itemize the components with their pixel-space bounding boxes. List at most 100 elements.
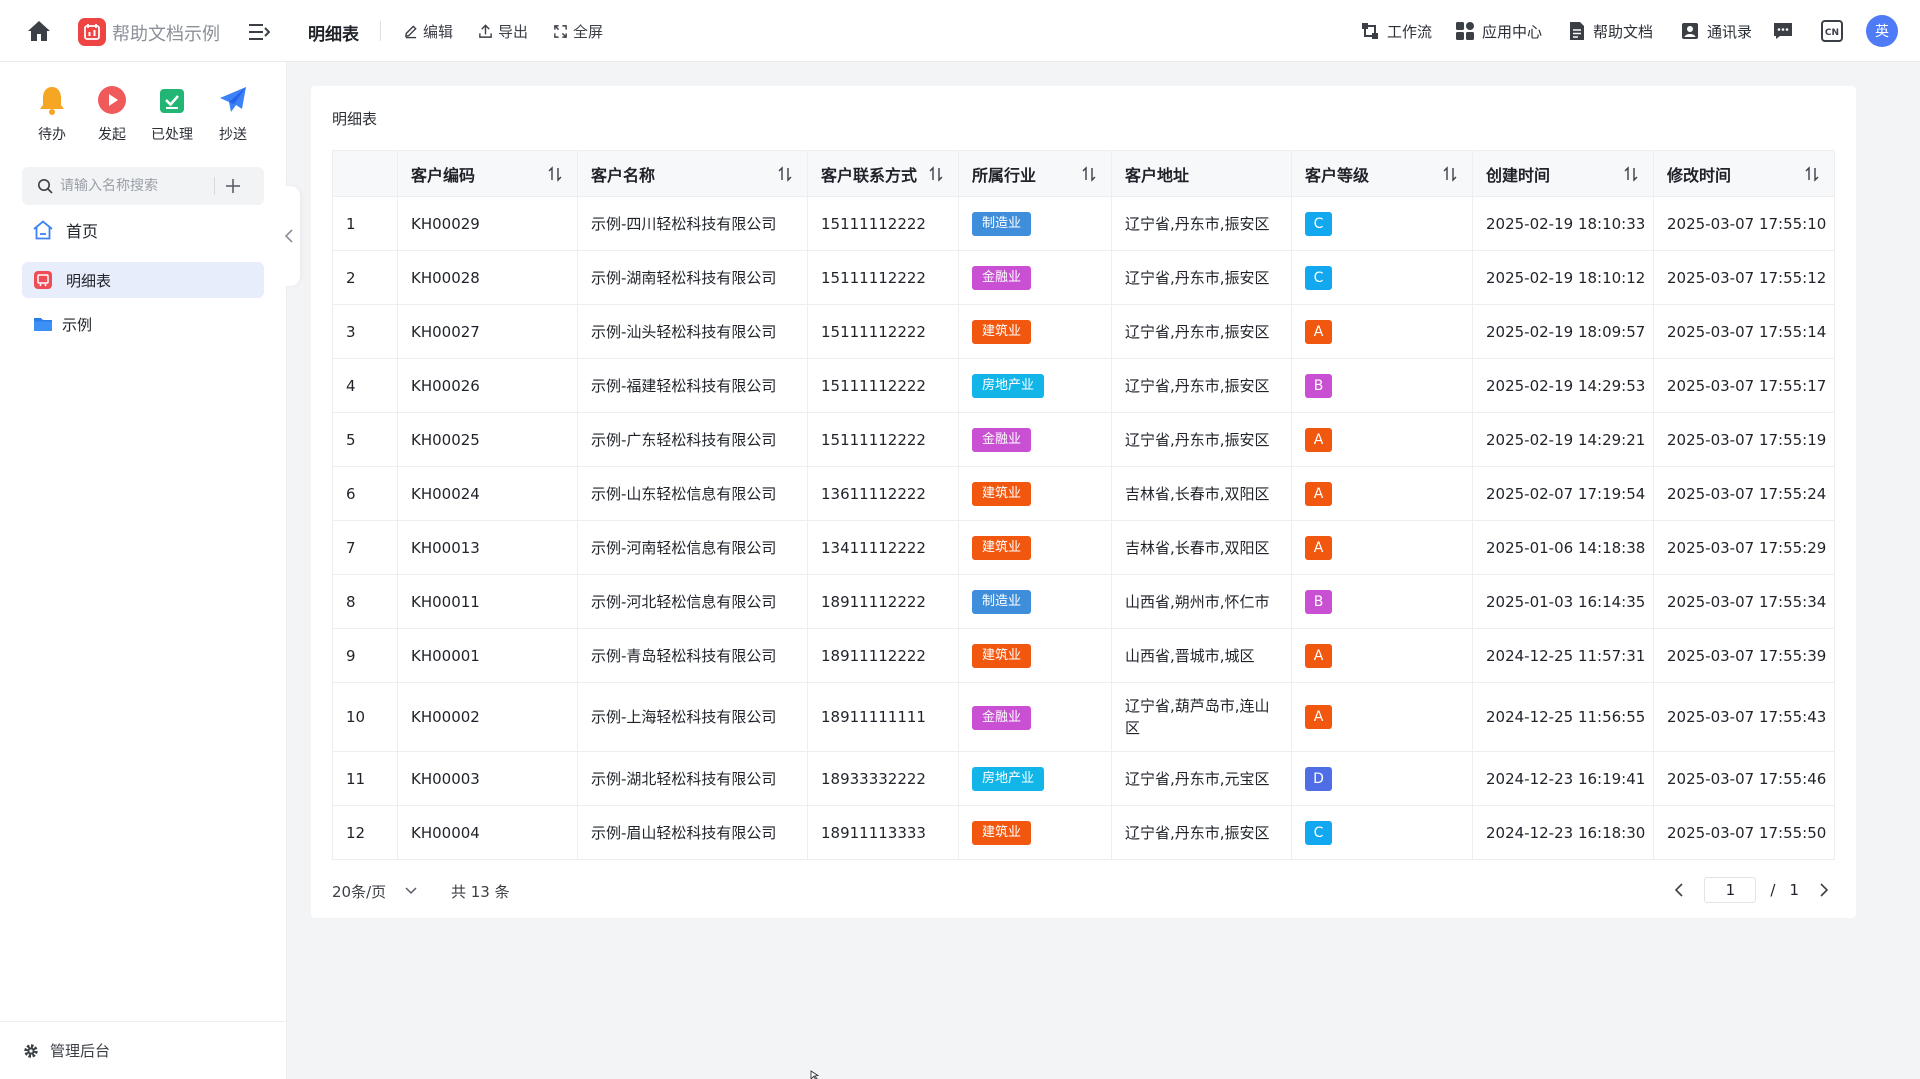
contacts-icon [1682,23,1698,39]
cell-code: KH00003 [397,751,578,806]
table-row[interactable]: 7 KH00013 示例-河南轻松信息有限公司 13411112222 建筑业 吉林省,长… [332,520,1835,575]
industry-tag: 建筑业 [972,481,1032,506]
column-header-industry[interactable]: 所属行业 [958,150,1112,197]
table-row[interactable]: 8 KH00011 示例-河北轻松信息有限公司 18911112222 制造业 山西省,朔… [332,574,1835,629]
column-header-created[interactable]: 创建时间 [1472,150,1654,197]
quick-cc[interactable]: 抄送 [203,82,263,144]
table-row[interactable]: 10 KH00002 示例-上海轻松科技有限公司 18911111111 金融业 辽宁省,… [332,682,1835,752]
sidebar-collapse-handle[interactable] [278,186,300,286]
table-row[interactable]: 9 KH00001 示例-青岛轻松科技有限公司 18911112222 建筑业 山西省,晋… [332,628,1835,683]
language-icon[interactable]: CN [1819,18,1845,44]
column-header-phone[interactable]: 客户联系方式 [807,150,959,197]
admin-backend-link[interactable]: 管理后台 [0,1021,287,1079]
industry-tag: 建筑业 [972,643,1032,668]
sidebar-item-example[interactable]: 示例 [22,306,264,342]
table-row[interactable]: 3 KH00027 示例-汕头轻松科技有限公司 15111112222 建筑业 辽宁省,丹… [332,304,1835,359]
cell-index: 1 [332,196,398,251]
sort-icon[interactable] [546,165,564,183]
sort-icon[interactable] [927,165,945,183]
cell-index: 4 [332,358,398,413]
edit-button[interactable]: 编辑 [403,20,453,42]
table-row[interactable]: 1 KH00029 示例-四川轻松科技有限公司 15111112222 制造业 辽宁省,丹… [332,196,1835,251]
search-input[interactable] [60,178,210,194]
sort-icon[interactable] [1441,165,1459,183]
cell-address: 辽宁省,丹东市,振安区 [1111,250,1292,305]
cell-address: 山西省,晋城市,城区 [1111,628,1292,683]
cell-code: KH00025 [397,412,578,467]
quick-todo[interactable]: 待办 [22,82,82,144]
app-logo-icon [78,18,106,46]
cell-phone: 15111112222 [807,304,959,359]
industry-tag: 建筑业 [972,535,1032,560]
home-icon[interactable] [24,16,54,46]
user-avatar[interactable]: 英 [1866,15,1898,47]
folder-icon [32,313,54,335]
cell-created: 2025-02-19 14:29:21 [1472,412,1654,467]
cell-phone: 15111112222 [807,196,959,251]
cell-grade: D [1291,751,1473,806]
contacts-link[interactable]: 通讯录 [1680,18,1752,44]
column-header-modified[interactable]: 修改时间 [1653,150,1835,197]
table-row[interactable]: 12 KH00004 示例-眉山轻松科技有限公司 18911113333 建筑业 辽宁省,… [332,805,1835,860]
chat-icon[interactable] [1770,18,1796,44]
page-number-input[interactable] [1704,877,1757,903]
fullscreen-button[interactable]: 全屏 [553,20,603,42]
grade-badge: A [1305,643,1332,668]
cell-modified: 2025-03-07 17:55:46 [1653,751,1835,806]
cell-name: 示例-湖南轻松科技有限公司 [577,250,808,305]
cell-grade: A [1291,628,1473,683]
table-row[interactable]: 6 KH00024 示例-山东轻松信息有限公司 13611112222 建筑业 吉林省,长… [332,466,1835,521]
total-pages: 1 [1789,881,1799,899]
sort-icon[interactable] [776,165,794,183]
column-header-name[interactable]: 客户名称 [577,150,808,197]
workflow-link[interactable]: 工作流 [1360,18,1432,44]
cell-industry: 房地产业 [958,358,1112,413]
help-docs-link[interactable]: 帮助文档 [1568,18,1653,44]
app-name: 帮助文档示例 [112,24,220,45]
cell-industry: 建筑业 [958,805,1112,860]
pagination: / 1 [1668,874,1835,906]
quick-done-label: 已处理 [151,127,193,143]
cell-name: 示例-上海轻松科技有限公司 [577,682,808,752]
play-icon [94,82,130,118]
menu-toggle-icon[interactable] [246,20,272,44]
column-header-code[interactable]: 客户编码 [397,150,578,197]
chevron-down-icon [405,887,417,895]
sidebar-item-detail-table[interactable]: 明细表 [22,262,264,298]
cell-created: 2025-01-03 16:14:35 [1472,574,1654,629]
table-row[interactable]: 5 KH00025 示例-广东轻松科技有限公司 15111112222 金融业 辽宁省,丹… [332,412,1835,467]
sidebar-search [22,167,264,205]
page-size-select[interactable]: 20条/页 [332,878,418,904]
industry-tag: 房地产业 [972,766,1045,791]
next-page-icon[interactable] [1813,879,1835,901]
industry-tag: 建筑业 [972,319,1032,344]
quick-done[interactable]: 已处理 [142,82,202,144]
fullscreen-label: 全屏 [573,22,604,41]
app-center-link[interactable]: 应用中心 [1455,18,1542,44]
cell-name: 示例-湖北轻松科技有限公司 [577,751,808,806]
industry-tag: 金融业 [972,705,1032,730]
search-icon [36,177,54,195]
quick-start[interactable]: 发起 [82,82,142,144]
sidebar-item-home[interactable]: 首页 [22,212,264,248]
cell-index: 11 [332,751,398,806]
sort-icon[interactable] [1803,165,1821,183]
export-button[interactable]: 导出 [478,20,528,42]
sort-icon[interactable] [1080,165,1098,183]
sort-icon[interactable] [1622,165,1640,183]
cell-created: 2025-02-19 18:10:33 [1472,196,1654,251]
table-row[interactable]: 4 KH00026 示例-福建轻松科技有限公司 15111112222 房地产业 辽宁省,… [332,358,1835,413]
column-header-address: 客户地址 [1111,150,1292,197]
page-size-label: 20条/页 [332,882,387,901]
column-header-grade[interactable]: 客户等级 [1291,150,1473,197]
cell-grade: C [1291,196,1473,251]
cell-code: KH00013 [397,520,578,575]
document-icon [1570,22,1584,40]
cell-code: KH00026 [397,358,578,413]
cell-grade: A [1291,682,1473,752]
cell-phone: 15111112222 [807,250,959,305]
add-icon[interactable] [215,168,251,204]
prev-page-icon[interactable] [1668,879,1690,901]
table-row[interactable]: 11 KH00003 示例-湖北轻松科技有限公司 18933332222 房地产业 辽宁省… [332,751,1835,806]
table-row[interactable]: 2 KH00028 示例-湖南轻松科技有限公司 15111112222 金融业 辽宁省,丹… [332,250,1835,305]
